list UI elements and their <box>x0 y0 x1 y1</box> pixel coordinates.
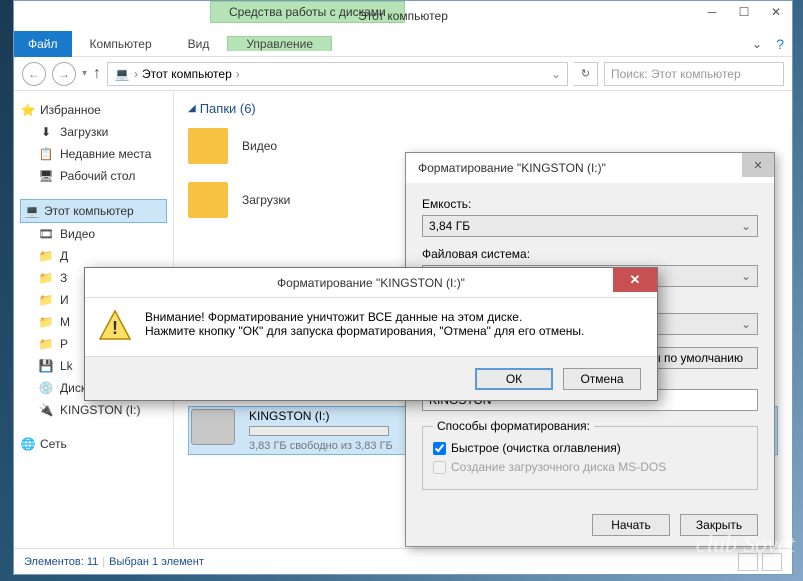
capacity-bar <box>249 426 389 436</box>
sidebar-favorites[interactable]: ⭐ Избранное <box>20 99 167 121</box>
computer-icon: 💻 <box>24 203 40 219</box>
refresh-button[interactable]: ↻ <box>574 62 598 86</box>
status-element-count: Элементов: 11 <box>24 556 98 568</box>
address-dropdown-icon[interactable]: ⌄ <box>551 67 561 81</box>
folder-icon: 📁 <box>38 248 54 264</box>
address-path[interactable]: 💻 › Этот компьютер › ⌄ <box>107 62 568 86</box>
sidebar-item-desktop[interactable]: 🖥Рабочий стол <box>20 165 167 187</box>
status-selection: Выбран 1 элемент <box>109 556 204 568</box>
maximize-button[interactable]: ☐ <box>728 1 760 23</box>
minimize-button[interactable]: ─ <box>696 1 728 23</box>
msgbox-close-button[interactable]: ✕ <box>613 268 657 292</box>
view-details-button[interactable] <box>738 553 758 571</box>
video-icon: 🎞 <box>38 226 54 242</box>
help-icon[interactable]: ? <box>776 36 784 52</box>
ribbon-tabs: Файл Компьютер Вид Управление ⌄ ? <box>14 31 792 57</box>
expand-ribbon-icon[interactable]: ⌄ <box>752 37 762 51</box>
sidebar-item-recent[interactable]: 📋Недавние места <box>20 143 167 165</box>
view-tiles-button[interactable] <box>762 553 782 571</box>
sidebar-this-pc[interactable]: 💻 Этот компьютер <box>20 199 167 223</box>
folder-icon: 📁 <box>38 270 54 286</box>
msgbox-text: Внимание! Форматирование уничтожит ВСЕ д… <box>145 310 584 338</box>
back-button[interactable]: ← <box>22 62 46 86</box>
folders-header[interactable]: ◢ Папки (6) <box>188 101 778 116</box>
folder-icon: 📁 <box>38 314 54 330</box>
sidebar-truncated[interactable]: 📁Д <box>20 245 167 267</box>
folder-icon <box>188 182 228 218</box>
recent-icon: 📋 <box>38 146 54 162</box>
capacity-select[interactable]: 3,84 ГБ ⌄ <box>422 215 758 237</box>
close-format-button[interactable]: Закрыть <box>680 514 758 536</box>
warning-icon: ! <box>99 310 131 340</box>
methods-label: Способы форматирования: <box>433 419 594 433</box>
msdos-boot-checkbox: Создание загрузочного диска MS-DOS <box>433 460 747 474</box>
recent-dropdown-icon[interactable]: ▾ <box>82 68 87 79</box>
chevron-down-icon: ⌄ <box>741 219 751 233</box>
chevron-down-icon: ⌄ <box>741 317 751 331</box>
confirm-msgbox: Форматирование "KINGSTON (I:)" ✕ ! Внима… <box>84 267 658 401</box>
disc-icon: 💿 <box>38 380 54 396</box>
collapse-icon: ◢ <box>188 103 196 114</box>
folder-icon: 📁 <box>38 336 54 352</box>
format-close-button[interactable]: ✕ <box>742 153 774 177</box>
sidebar-item-videos[interactable]: 🎞Видео <box>20 223 167 245</box>
sidebar-network[interactable]: 🌐 Сеть <box>20 433 167 455</box>
chevron-down-icon: ⌄ <box>741 269 751 283</box>
usb-icon: 🔌 <box>38 402 54 418</box>
msgbox-title: Форматирование "KINGSTON (I:)" ✕ <box>85 268 657 298</box>
svg-text:!: ! <box>112 318 118 338</box>
desktop-icon: 🖥 <box>38 168 54 184</box>
start-button[interactable]: Начать <box>592 514 670 536</box>
ok-button[interactable]: ОК <box>475 368 553 390</box>
close-button[interactable]: ✕ <box>760 1 792 23</box>
folder-icon <box>188 128 228 164</box>
format-dialog-title: Форматирование "KINGSTON (I:)" ✕ <box>406 153 774 183</box>
file-tab[interactable]: Файл <box>14 31 72 57</box>
computer-icon: 💻 <box>114 66 130 82</box>
star-icon: ⭐ <box>20 102 36 118</box>
tab-computer[interactable]: Компьютер <box>72 37 170 51</box>
window-controls: ─ ☐ ✕ <box>696 1 792 23</box>
quick-format-checkbox[interactable]: Быстрое (очистка оглавления) <box>433 441 747 455</box>
usb-drive-icon <box>191 409 235 445</box>
window-title: Этот компьютер <box>358 9 448 23</box>
tab-view[interactable]: Вид <box>170 37 228 51</box>
breadcrumb-item[interactable]: Этот компьютер <box>142 67 232 81</box>
drive-icon: 💾 <box>38 358 54 374</box>
format-methods-group: Способы форматирования: Быстрое (очистка… <box>422 419 758 490</box>
breadcrumb-sep: › <box>134 67 138 81</box>
sidebar-item-downloads[interactable]: ⬇Загрузки <box>20 121 167 143</box>
search-input[interactable]: Поиск: Этот компьютер <box>604 62 784 86</box>
up-button[interactable]: ↑ <box>93 65 101 83</box>
folder-icon: 📁 <box>38 292 54 308</box>
forward-button[interactable]: → <box>52 62 76 86</box>
titlebar: Средства работы с дисками Этот компьютер… <box>14 1 792 31</box>
search-placeholder: Поиск: Этот компьютер <box>611 67 741 81</box>
cancel-button[interactable]: Отмена <box>563 368 641 390</box>
breadcrumb-sep: › <box>236 67 240 81</box>
sidebar-item-kingston[interactable]: 🔌KINGSTON (I:) <box>20 399 167 421</box>
filesystem-label: Файловая система: <box>422 247 758 261</box>
tab-manage[interactable]: Управление <box>227 36 332 51</box>
status-bar: Элементов: 11 | Выбран 1 элемент <box>14 548 792 574</box>
download-icon: ⬇ <box>38 124 54 140</box>
network-icon: 🌐 <box>20 436 36 452</box>
capacity-label: Емкость: <box>422 197 758 211</box>
address-bar: ← → ▾ ↑ 💻 › Этот компьютер › ⌄ ↻ Поиск: … <box>14 57 792 91</box>
